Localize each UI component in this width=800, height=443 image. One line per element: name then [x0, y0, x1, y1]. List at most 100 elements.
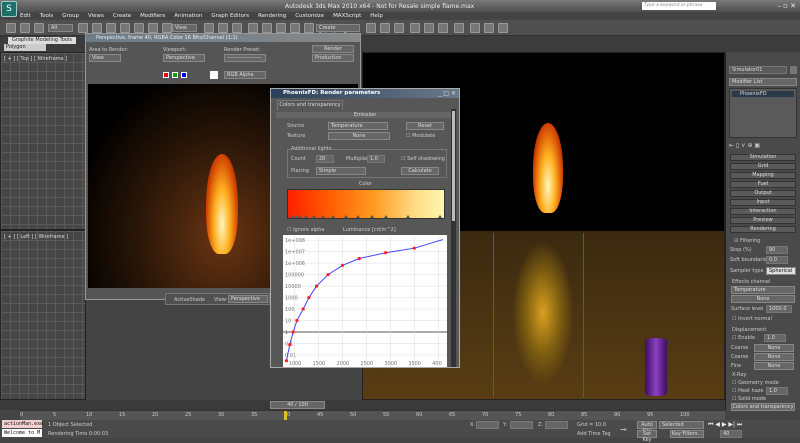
menu-edit[interactable]: Edit: [20, 12, 31, 20]
unlink-icon[interactable]: [20, 23, 30, 33]
self-shadowing-checkbox[interactable]: ☐ Self shadowing: [401, 156, 445, 162]
gradient-key-marker[interactable]: [370, 215, 374, 218]
geometry-mode-checkbox[interactable]: ☐ Geometry mode: [732, 380, 779, 386]
curve-control-point[interactable]: [295, 318, 299, 323]
colors-transparency-button[interactable]: Colors and transparency: [731, 403, 795, 411]
red-channel-toggle[interactable]: [163, 72, 169, 78]
gradient-key-marker[interactable]: [406, 215, 410, 218]
activeshade-radio[interactable]: ActiveShade: [174, 297, 205, 303]
filtering-checkbox[interactable]: ☑ Filtering: [734, 238, 760, 244]
curve-control-point[interactable]: [301, 307, 305, 311]
curve-control-point[interactable]: [412, 246, 416, 250]
curve-control-point[interactable]: [291, 330, 295, 334]
select-link-icon[interactable]: [6, 23, 16, 33]
calculate-button[interactable]: Calculate: [401, 167, 439, 175]
rendered-frame-window-icon[interactable]: [470, 23, 480, 33]
viewport-dropdown[interactable]: Perspective: [163, 54, 205, 62]
spinner-snap-icon[interactable]: [290, 23, 300, 33]
maxscript-listener-input[interactable]: Welcome to M: [2, 429, 42, 437]
ignore-alpha-checkbox[interactable]: ☐ Ignore alpha: [287, 227, 324, 233]
menu-graph-editors[interactable]: Graph Editors: [211, 12, 249, 20]
menu-tools[interactable]: Tools: [40, 12, 54, 20]
mirror-icon[interactable]: [366, 23, 376, 33]
current-frame-marker[interactable]: [284, 411, 287, 420]
rotate-icon[interactable]: [148, 23, 158, 33]
curve-control-point[interactable]: [383, 251, 388, 255]
playback-controls[interactable]: ⏮ ◀ ▶ ▶| ⏭: [708, 421, 742, 429]
angle-snap-icon[interactable]: [262, 23, 272, 33]
pivot-icon[interactable]: [204, 23, 214, 33]
teapot-render-icon[interactable]: [498, 23, 508, 33]
rollout-rendering[interactable]: Rendering: [730, 226, 796, 233]
menu-maxscript[interactable]: MAXScript: [333, 12, 361, 20]
gradient-key-marker[interactable]: [321, 215, 325, 218]
menu-create[interactable]: Create: [113, 12, 131, 20]
fine-map-button[interactable]: None: [754, 362, 794, 370]
reset-button[interactable]: Reset: [406, 122, 444, 130]
menu-animation[interactable]: Animation: [174, 12, 202, 20]
gradient-key-marker[interactable]: [438, 215, 442, 218]
gradient-key-marker[interactable]: [384, 215, 388, 218]
curve-control-point[interactable]: [340, 263, 345, 268]
curve-control-point[interactable]: [288, 343, 292, 347]
key-filters-button[interactable]: Key Filters...: [670, 430, 704, 438]
move-icon[interactable]: [134, 23, 144, 33]
heat-haze-spinner[interactable]: 1.0: [766, 387, 788, 395]
x-coord-field[interactable]: [476, 421, 499, 429]
rollout-mapping[interactable]: Mapping: [730, 172, 796, 179]
luminance-curve-chart[interactable]: 1e+0081e+0071e+0061000001000010001001010…: [283, 235, 447, 367]
gradient-key-marker[interactable]: [331, 215, 335, 218]
gradient-key-marker[interactable]: [356, 215, 360, 218]
solid-mode-checkbox[interactable]: ☐ Solid mode: [732, 396, 766, 402]
rollout-interaction[interactable]: Interaction: [730, 208, 796, 215]
track-bar[interactable]: 0 5 10 15 20 25 30 35 40 45 50 55 60 65 70 75 80 85 90 95 10…: [20, 410, 725, 420]
coarse2-map-button[interactable]: None: [754, 353, 794, 361]
rollout-fuel[interactable]: Fuel: [730, 181, 796, 188]
rollout-output[interactable]: Output: [730, 190, 796, 197]
rollout-input[interactable]: Input: [730, 199, 796, 206]
rollout-simulation[interactable]: Simulation: [730, 154, 796, 161]
layer-manager-icon[interactable]: [394, 23, 404, 33]
key-mode-dropdown[interactable]: Selected: [659, 421, 704, 429]
auto-key-button[interactable]: Auto Key: [637, 421, 657, 434]
gradient-key-marker[interactable]: [344, 215, 348, 218]
schematic-view-icon[interactable]: [424, 23, 434, 33]
key-icon[interactable]: ⊸: [620, 425, 627, 434]
gradient-key-marker[interactable]: [304, 215, 308, 218]
maxscript-listener-output[interactable]: actionMan.exe: [2, 420, 43, 428]
percent-snap-icon[interactable]: [276, 23, 286, 33]
curve-editor-icon[interactable]: [410, 23, 420, 33]
manipulate-icon[interactable]: [218, 23, 228, 33]
ref-coord-dropdown[interactable]: View: [172, 24, 197, 32]
area-dropdown[interactable]: View: [89, 54, 121, 62]
placing-dropdown[interactable]: Simple: [316, 167, 366, 175]
rollout-grid[interactable]: Grid: [730, 163, 796, 170]
modulate-checkbox[interactable]: ☐ Modulate: [406, 133, 435, 139]
window-controls[interactable]: – ▫ ✕: [777, 2, 796, 10]
time-slider-bar[interactable]: 40 / 100: [0, 400, 725, 410]
invert-normal-checkbox[interactable]: ☐ Invert normal: [732, 316, 772, 322]
select-object-icon[interactable]: [78, 23, 88, 33]
ribbon-tab-graphite[interactable]: Graphite Modeling Tools: [8, 37, 76, 44]
named-selection-dropdown[interactable]: Create Selection Se: [316, 24, 360, 38]
effects-none-button[interactable]: None: [731, 295, 795, 303]
blue-channel-toggle[interactable]: [181, 72, 187, 78]
material-editor-icon[interactable]: [438, 23, 448, 33]
current-frame-field[interactable]: 40: [720, 430, 742, 438]
window-crossing-icon[interactable]: [120, 23, 130, 33]
count-spinner[interactable]: 20: [316, 155, 334, 163]
menu-customize[interactable]: Customize: [295, 12, 324, 20]
emission-rollout-header[interactable]: Emission: [276, 112, 454, 118]
curve-control-point[interactable]: [284, 359, 289, 363]
render-button[interactable]: Render: [312, 45, 354, 53]
effects-dropdown[interactable]: Temperature: [731, 286, 795, 294]
gradient-key-marker[interactable]: [298, 215, 302, 218]
add-time-tag-button[interactable]: Add Time Tag: [577, 431, 611, 437]
tab-colors-transparency[interactable]: Colors and transparency: [277, 100, 343, 110]
step-spinner[interactable]: 90: [766, 246, 788, 254]
scale-icon[interactable]: [162, 23, 172, 33]
source-dropdown[interactable]: Temperature: [328, 122, 388, 130]
gradient-key-marker[interactable]: [312, 215, 316, 218]
menu-rendering[interactable]: Rendering: [258, 12, 286, 20]
curve-control-point[interactable]: [307, 295, 311, 300]
